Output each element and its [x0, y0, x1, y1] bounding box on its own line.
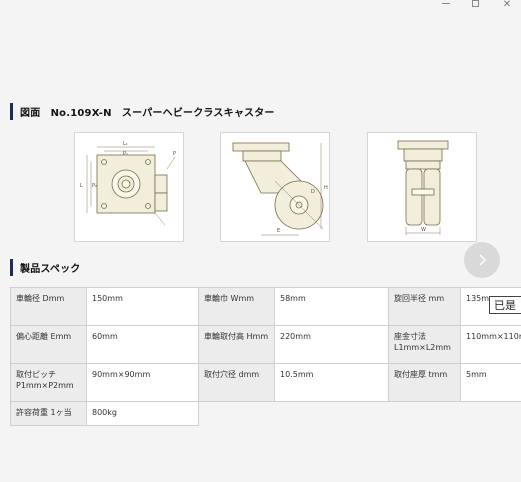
- spec-value: 150mm: [86, 287, 199, 326]
- spec-section-header: 製品スペック: [10, 259, 81, 276]
- side-view-svg: H E D: [232, 142, 328, 236]
- drawing-side-view[interactable]: H E D: [220, 132, 330, 242]
- chevron-right-icon: [479, 254, 486, 266]
- spec-key: 偏心距離 Emm: [10, 325, 87, 364]
- label-d: D: [311, 189, 315, 195]
- next-arrow-button[interactable]: [464, 242, 500, 278]
- spec-value: 10.5mm: [274, 363, 389, 402]
- spec-value: 58mm: [274, 287, 389, 326]
- spec-value: 220mm: [274, 325, 389, 364]
- table-row: 許容荷重 1ヶ当 800kg: [10, 401, 521, 426]
- label-e: E: [277, 228, 280, 234]
- spec-value: 90mm×90mm: [86, 363, 199, 402]
- minimize-button[interactable]: [442, 2, 450, 4]
- section-accent-bar: [10, 259, 13, 276]
- drawing-front-view[interactable]: W: [367, 132, 477, 242]
- spec-key: 取付座厚 tmm: [388, 363, 461, 402]
- table-row: 偏心距離 Emm 60mm 車輪取付高 Hmm 220mm 座金寸法 L1mm×…: [10, 325, 521, 364]
- front-view-svg: W: [397, 140, 449, 235]
- spec-key: 車輪巾 Wmm: [198, 287, 275, 326]
- close-button[interactable]: ✕: [501, 0, 513, 10]
- table-row: 車輪径 Dmm 150mm 車輪巾 Wmm 58mm 旋回半径 mm 135mm: [10, 287, 521, 326]
- empty-cell: [199, 402, 521, 426]
- section-accent-bar: [10, 103, 13, 120]
- window-controls: ✕: [442, 0, 513, 10]
- label-p: P: [173, 151, 176, 157]
- spec-key: 旋回半径 mm: [388, 287, 461, 326]
- spec-key: 許容荷重 1ヶ当: [10, 401, 87, 426]
- label-p2: P₂: [92, 183, 97, 189]
- label-w: W: [421, 227, 426, 233]
- label-l: L: [80, 183, 83, 189]
- tooltip-badge: 已是: [489, 296, 521, 314]
- label-l1: L₁: [123, 141, 128, 147]
- spec-key: 座金寸法 L1mm×L2mm: [388, 325, 461, 364]
- diagram-section-header: 図面 No.109X-N スーパーヘビークラスキャスター: [10, 103, 275, 120]
- spec-value: 60mm: [86, 325, 199, 364]
- spec-table: 車輪径 Dmm 150mm 車輪巾 Wmm 58mm 旋回半径 mm 135mm…: [10, 287, 521, 426]
- label-h: H: [324, 185, 328, 191]
- spec-value: 5mm: [460, 363, 521, 402]
- spec-value: 800kg: [86, 401, 199, 426]
- top-view-svg: L₁ P₁ L P₂ P: [80, 141, 176, 226]
- spec-key: 車輪取付高 Hmm: [198, 325, 275, 364]
- spec-key: 取付ピッチ P1mm×P2mm: [10, 363, 87, 402]
- drawing-top-view[interactable]: L₁ P₁ L P₂ P: [74, 132, 184, 242]
- label-p1: P₁: [123, 151, 128, 157]
- spec-key: 取付穴径 dmm: [198, 363, 275, 402]
- diagram-section-title: 図面 No.109X-N スーパーヘビークラスキャスター: [20, 108, 275, 119]
- maximize-button[interactable]: [472, 0, 479, 7]
- spec-value: 110mm×110mm: [460, 325, 521, 364]
- spec-section-title: 製品スペック: [20, 264, 81, 275]
- spec-key: 車輪径 Dmm: [10, 287, 87, 326]
- table-row: 取付ピッチ P1mm×P2mm 90mm×90mm 取付穴径 dmm 10.5m…: [10, 363, 521, 402]
